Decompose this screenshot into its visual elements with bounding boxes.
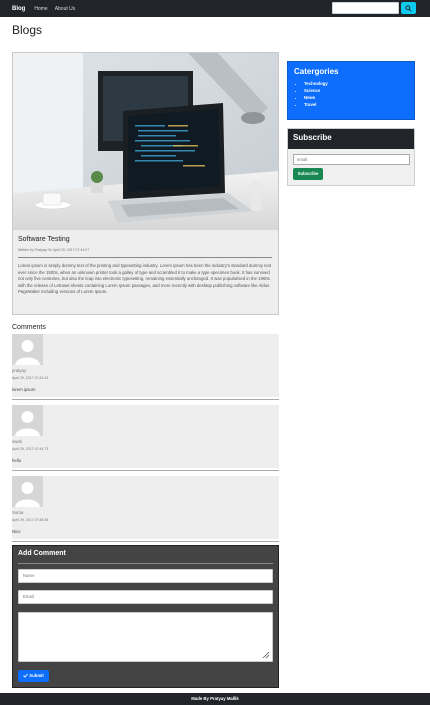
resize-handle-icon[interactable] bbox=[262, 651, 270, 659]
categories-list: Technology Science News Travel bbox=[298, 80, 328, 108]
nav-link-home[interactable]: Home bbox=[34, 6, 47, 12]
post-card: Software Testing Written by Pratyay On A… bbox=[12, 52, 279, 315]
subscribe-card: Subscribe email Subscribe bbox=[287, 128, 415, 186]
categories-card: Catergories Technology Science News Trav… bbox=[287, 61, 415, 120]
comment-name-input[interactable]: Name bbox=[18, 569, 273, 583]
comment-email-input[interactable]: Email bbox=[18, 590, 273, 604]
add-comment-card: Add Comment Name Email Submit bbox=[12, 545, 279, 688]
comment-author: swati bbox=[12, 439, 22, 444]
comments-heading: Comments bbox=[12, 324, 46, 331]
subscribe-header: Subscribe bbox=[288, 129, 414, 149]
search-button[interactable] bbox=[401, 2, 416, 14]
navbar: Blog Home About Us bbox=[0, 0, 430, 17]
category-news[interactable]: News bbox=[304, 94, 328, 101]
category-technology[interactable]: Technology bbox=[304, 80, 328, 87]
post-body: Lorem ipsum is simply dummy text of the … bbox=[18, 263, 272, 295]
footer: Made By Pratyay Mallik bbox=[0, 693, 430, 705]
subscribe-button[interactable]: Subscribe bbox=[293, 168, 323, 180]
avatar bbox=[12, 405, 43, 436]
comment-text: Nice bbox=[12, 529, 21, 534]
nav-link-about[interactable]: About Us bbox=[55, 6, 76, 12]
page-title: Blogs bbox=[12, 23, 43, 37]
comment-submit-button[interactable]: Submit bbox=[18, 670, 49, 682]
subscribe-title: Subscribe bbox=[293, 133, 332, 142]
comment-text: hello bbox=[12, 458, 22, 463]
avatar bbox=[12, 334, 43, 365]
comment-author: Suma bbox=[12, 510, 24, 515]
comment-date: April 29, 2017 07:41:10 bbox=[12, 376, 49, 380]
search-icon bbox=[405, 4, 412, 12]
submit-label: Submit bbox=[29, 673, 44, 678]
search-form bbox=[332, 2, 416, 14]
comment-text: lorem ipsum bbox=[12, 387, 36, 392]
comment-date: April 29, 2017 07:48:36 bbox=[12, 518, 49, 522]
comment-item: swati April 29, 2017 07:44:73 hello bbox=[12, 405, 279, 468]
comment-divider bbox=[12, 541, 279, 542]
post-title: Software Testing bbox=[18, 236, 70, 243]
post-image bbox=[13, 53, 278, 230]
category-travel[interactable]: Travel bbox=[304, 101, 328, 108]
comment-textarea[interactable] bbox=[18, 612, 273, 662]
avatar bbox=[12, 476, 43, 507]
brand-link[interactable]: Blog bbox=[12, 6, 25, 12]
comment-date: April 29, 2017 07:44:73 bbox=[12, 447, 49, 451]
categories-title: Catergories bbox=[294, 67, 339, 76]
comment-divider bbox=[12, 470, 279, 471]
comment-divider bbox=[12, 399, 279, 400]
add-comment-title: Add Comment bbox=[18, 550, 66, 557]
comment-item: pratyay April 29, 2017 07:41:10 lorem ip… bbox=[12, 334, 279, 397]
check-icon bbox=[23, 674, 29, 679]
comment-author: pratyay bbox=[12, 368, 27, 373]
post-divider bbox=[18, 257, 272, 258]
post-meta: Written by Pratyay On April 29, 2017 07:… bbox=[18, 248, 90, 252]
add-comment-divider bbox=[18, 563, 273, 564]
comment-item: Suma April 29, 2017 07:48:36 Nice bbox=[12, 476, 279, 539]
subscribe-email-input[interactable]: email bbox=[293, 154, 410, 165]
category-science[interactable]: Science bbox=[304, 87, 328, 94]
search-input[interactable] bbox=[332, 2, 399, 14]
